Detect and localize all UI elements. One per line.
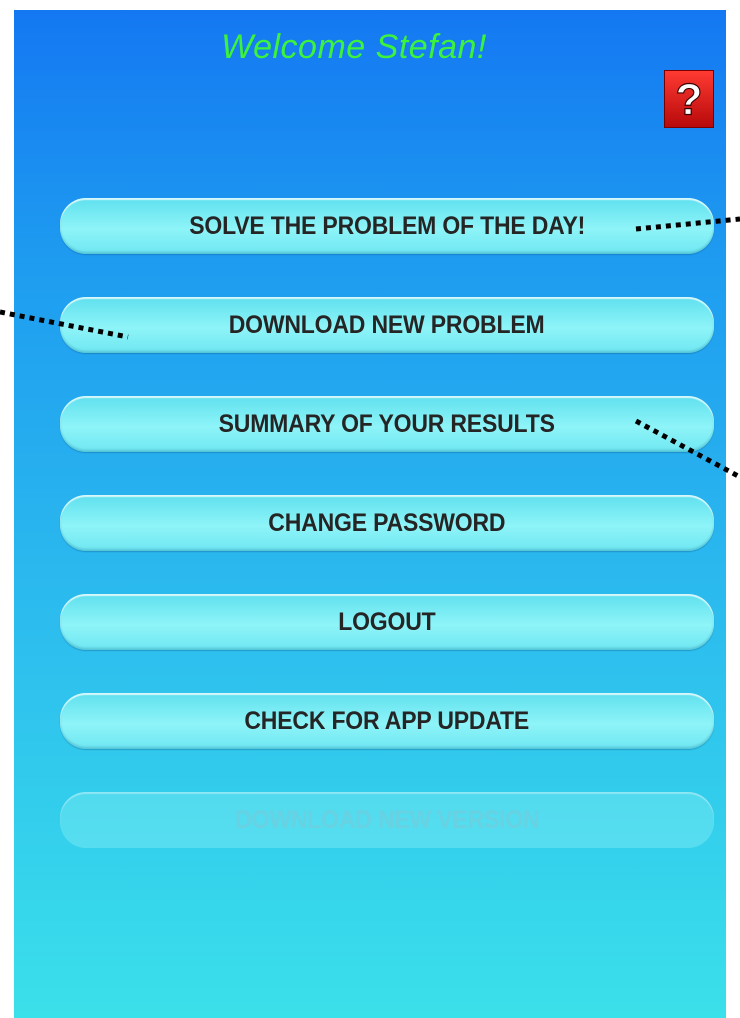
app-screen: Welcome Stefan! ? SOLVE THE PROBLEM OF T… [14, 10, 726, 1018]
logout-button[interactable]: LOGOUT [60, 594, 714, 650]
button-label: SOLVE THE PROBLEM OF THE DAY! [189, 211, 585, 240]
download-new-version-button: DOWNLOAD NEW VERSION [60, 792, 714, 848]
summary-of-results-button[interactable]: SUMMARY OF YOUR RESULTS [60, 396, 714, 452]
help-button[interactable]: ? [664, 70, 714, 128]
button-label: DOWNLOAD NEW PROBLEM [229, 310, 545, 339]
solve-problem-of-day-button[interactable]: SOLVE THE PROBLEM OF THE DAY! [60, 198, 714, 254]
question-mark-icon: ? [675, 75, 703, 125]
button-label: CHECK FOR APP UPDATE [244, 706, 530, 735]
button-label: LOGOUT [338, 607, 436, 636]
button-label: DOWNLOAD NEW VERSION [234, 805, 540, 834]
svg-text:?: ? [676, 75, 703, 124]
button-label: SUMMARY OF YOUR RESULTS [218, 409, 556, 438]
download-new-problem-button[interactable]: DOWNLOAD NEW PROBLEM [60, 297, 714, 353]
welcome-title: Welcome Stefan! [221, 28, 487, 66]
check-for-app-update-button[interactable]: CHECK FOR APP UPDATE [60, 693, 714, 749]
button-label: CHANGE PASSWORD [268, 508, 506, 537]
change-password-button[interactable]: CHANGE PASSWORD [60, 495, 714, 551]
